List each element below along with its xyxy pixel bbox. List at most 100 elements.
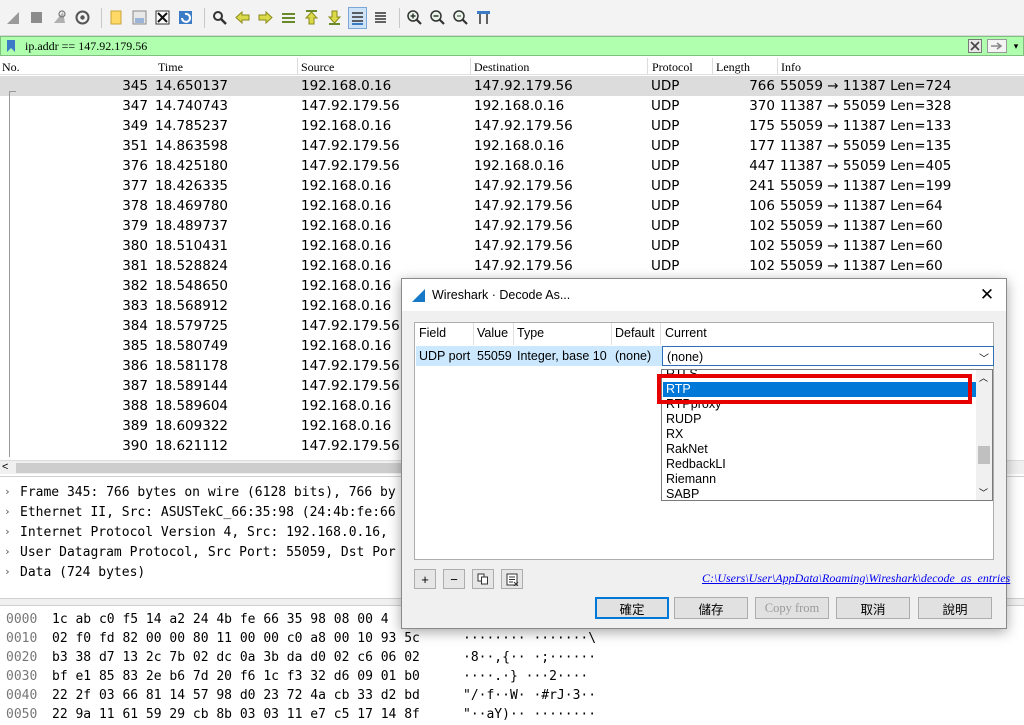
copy-from-button[interactable]: Copy from — [755, 597, 829, 619]
current-protocol-select[interactable]: (none) ﹀ — [662, 346, 994, 366]
column-header-protocol[interactable]: Protocol — [652, 60, 693, 75]
copy-entry-button[interactable] — [472, 569, 494, 589]
display-filter-input[interactable] — [21, 37, 965, 55]
packet-row[interactable]: 376 18.425180 147.92.179.56 192.168.0.16 UDP… — [0, 156, 1024, 176]
packet-row[interactable]: 377 18.426335 192.168.0.16 147.92.179.56 UDP… — [0, 176, 1024, 196]
help-button[interactable]: 說明 — [918, 597, 992, 619]
packet-row[interactable]: 345 14.650137 192.168.0.16 147.92.179.56 UDP… — [0, 76, 1024, 96]
ok-button[interactable]: 確定 — [595, 597, 669, 619]
packet-protocol: UDP — [651, 178, 680, 194]
chevron-down-icon[interactable]: ﹀ — [979, 350, 989, 365]
column-header-destination[interactable]: Destination — [474, 60, 529, 75]
byte-offset: 0030 — [6, 669, 38, 684]
column-header-type[interactable]: Type — [517, 326, 544, 340]
scroll-up-icon[interactable]: ︿ — [979, 371, 988, 384]
packet-row[interactable]: 347 14.740743 147.92.179.56 192.168.0.16 UDP… — [0, 96, 1024, 116]
save-file-icon[interactable] — [130, 7, 149, 29]
remove-entry-button[interactable]: − — [443, 569, 465, 589]
scroll-left-icon[interactable]: < — [2, 461, 8, 473]
auto-scroll-icon[interactable] — [348, 6, 367, 29]
scroll-down-icon[interactable]: ﹀ — [979, 486, 988, 499]
packet-info: 55059 → 11387 Len=199 — [780, 178, 952, 194]
column-separator — [647, 58, 648, 75]
last-packet-icon[interactable] — [325, 7, 344, 29]
protocol-option[interactable]: RX — [663, 427, 976, 442]
column-header-no[interactable]: No. — [2, 60, 20, 75]
first-packet-icon[interactable] — [302, 7, 321, 29]
cancel-button[interactable]: 取消 — [836, 597, 910, 619]
column-header-length[interactable]: Length — [716, 60, 750, 75]
protocol-option[interactable]: SABP — [663, 487, 976, 500]
packet-protocol: UDP — [651, 238, 680, 254]
packet-row[interactable]: 351 14.863598 147.92.179.56 192.168.0.16 UDP… — [0, 136, 1024, 156]
stop-capture-icon[interactable] — [27, 7, 46, 29]
zoom-out-icon[interactable] — [428, 7, 447, 29]
packet-row[interactable]: 378 18.469780 192.168.0.16 147.92.179.56 UDP… — [0, 196, 1024, 216]
packet-source: 192.168.0.16 — [301, 218, 392, 234]
protocol-option[interactable]: Riemann — [663, 472, 976, 487]
close-icon[interactable]: ✕ — [976, 284, 998, 306]
related-packet-line — [9, 92, 10, 457]
packet-length: 102 — [749, 258, 775, 274]
go-back-icon[interactable] — [233, 7, 252, 29]
save-button[interactable]: 儲存 — [674, 597, 748, 619]
resize-columns-icon[interactable] — [474, 7, 493, 29]
protocol-option[interactable]: RUDP — [663, 412, 976, 427]
column-header-time[interactable]: Time — [158, 60, 183, 75]
go-forward-icon[interactable] — [256, 7, 275, 29]
packet-info: 11387 → 55059 Len=135 — [780, 138, 952, 154]
dropdown-scrollbar[interactable]: ︿ ﹀ — [976, 370, 992, 500]
related-packet-line — [9, 91, 16, 92]
packet-time: 14.785237 — [155, 118, 229, 134]
expand-arrow-icon[interactable]: › — [4, 545, 11, 558]
column-header-field[interactable]: Field — [419, 326, 446, 340]
column-header-info[interactable]: Info — [781, 60, 801, 75]
zoom-in-icon[interactable] — [405, 7, 424, 29]
packet-source: 192.168.0.16 — [301, 238, 392, 254]
capture-options-icon[interactable] — [73, 7, 92, 29]
open-file-icon[interactable] — [107, 7, 126, 29]
packet-length: 177 — [749, 138, 775, 154]
close-file-icon[interactable] — [153, 7, 172, 29]
normal-size-icon[interactable] — [451, 7, 470, 29]
packet-time: 14.863598 — [155, 138, 229, 154]
column-header-value[interactable]: Value — [477, 326, 508, 340]
add-entry-button[interactable]: + — [414, 569, 436, 589]
go-to-packet-icon[interactable] — [279, 7, 298, 29]
column-header-current[interactable]: Current — [665, 326, 707, 340]
find-packet-icon[interactable] — [210, 7, 229, 29]
packet-time: 18.469780 — [155, 198, 229, 214]
packet-number: 378 — [122, 198, 148, 214]
expand-arrow-icon[interactable]: › — [4, 565, 11, 578]
config-file-path-link[interactable]: C:\Users\User\AppData\Roaming\Wireshark\… — [702, 571, 1010, 586]
shark-fin-start-icon[interactable] — [4, 7, 23, 29]
dialog-title: Wireshark · Decode As... — [432, 288, 571, 302]
table-row[interactable]: UDP port 55059 Integer, base 10 (none) — [416, 346, 662, 366]
packet-time: 18.528824 — [155, 258, 229, 274]
column-header-default[interactable]: Default — [615, 326, 655, 340]
packet-row[interactable]: 381 18.528824 192.168.0.16 147.92.179.56 UDP… — [0, 256, 1024, 276]
packet-row[interactable]: 380 18.510431 192.168.0.16 147.92.179.56 UDP… — [0, 236, 1024, 256]
colorize-icon[interactable] — [371, 7, 390, 29]
packet-destination: 192.168.0.16 — [474, 138, 565, 154]
packet-time: 18.425180 — [155, 158, 229, 174]
column-separator — [513, 323, 514, 345]
clear-entries-button[interactable] — [501, 569, 523, 589]
scrollbar-thumb[interactable] — [978, 446, 990, 464]
reload-file-icon[interactable] — [176, 7, 195, 29]
toolbar-separator — [204, 7, 205, 28]
packet-time: 18.426335 — [155, 178, 229, 194]
protocol-option[interactable]: RedbackLI — [663, 457, 976, 472]
bookmark-icon[interactable] — [1, 37, 21, 55]
expand-arrow-icon[interactable]: › — [4, 505, 11, 518]
packet-row[interactable]: 349 14.785237 192.168.0.16 147.92.179.56 UDP… — [0, 116, 1024, 136]
packet-row[interactable]: 379 18.489737 192.168.0.16 147.92.179.56 UDP… — [0, 216, 1024, 236]
expand-arrow-icon[interactable]: › — [4, 485, 11, 498]
clear-filter-icon[interactable] — [965, 37, 985, 55]
filter-dropdown-icon[interactable]: ▾ — [1009, 37, 1023, 55]
protocol-option[interactable]: RakNet — [663, 442, 976, 457]
restart-capture-icon[interactable] — [50, 7, 69, 29]
column-header-source[interactable]: Source — [301, 60, 334, 75]
apply-filter-icon[interactable] — [985, 37, 1009, 55]
expand-arrow-icon[interactable]: › — [4, 525, 11, 538]
